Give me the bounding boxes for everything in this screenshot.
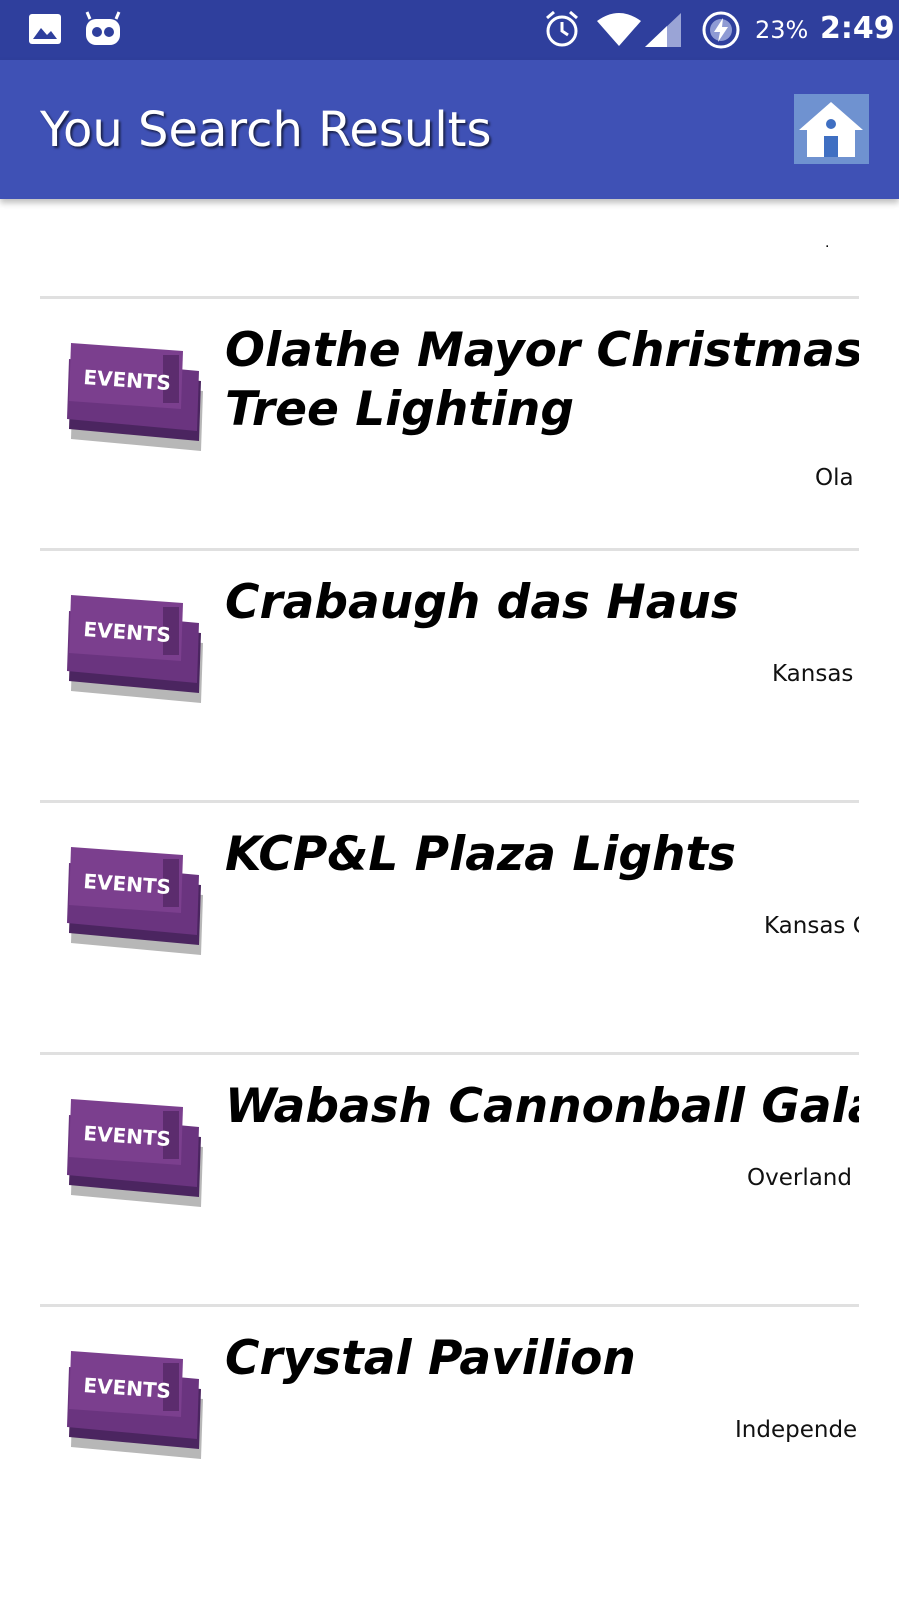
events-ticket-icon: EVENTS (65, 1095, 210, 1207)
screen: 23% 2:49 You Search Results . EVENTS Ola… (0, 0, 899, 1599)
item-location: Kansas C (764, 913, 859, 939)
events-ticket-icon: EVENTS (65, 1347, 210, 1459)
results-list: . EVENTS Olathe Mayor Christmas Tree Lig… (0, 199, 899, 1599)
events-ticket-icon: EVENTS (65, 843, 210, 955)
image-icon (28, 13, 62, 50)
list-item[interactable]: EVENTS Wabash Cannonball Gala Overland P (40, 1052, 859, 1304)
item-title: Crystal Pavilion (225, 1331, 636, 1386)
item-title: Crabaugh das Haus (225, 575, 739, 630)
item-location: Overland P (747, 1165, 859, 1191)
item-location: Independen (735, 1417, 859, 1443)
list-item[interactable]: EVENTS Olathe Mayor Christmas Tree Light… (40, 296, 859, 548)
home-button[interactable] (794, 94, 869, 164)
page-title: You Search Results (40, 102, 492, 158)
clock-time: 2:49 (820, 11, 895, 46)
list-item[interactable]: EVENTS Crystal Pavilion Independen (40, 1304, 859, 1556)
events-ticket-icon: EVENTS (65, 591, 210, 703)
item-location: Ola (815, 465, 854, 491)
charging-icon (701, 10, 741, 55)
alarm-icon (543, 10, 581, 53)
battery-percent: 23% (755, 16, 809, 44)
item-title: Wabash Cannonball Gala (225, 1079, 859, 1134)
status-bar: 23% 2:49 (0, 0, 899, 60)
list-item[interactable]: EVENTS KCP&L Plaza Lights Kansas C (40, 800, 859, 1052)
list-item[interactable]: EVENTS Crabaugh das Haus Kansas (40, 548, 859, 800)
robot-icon (84, 11, 122, 52)
home-icon (794, 94, 869, 168)
app-bar: You Search Results (0, 60, 899, 199)
wifi-icon (596, 13, 642, 52)
item-title: KCP&L Plaza Lights (225, 827, 736, 882)
signal-icon (645, 13, 681, 52)
list-top-fragment: . (825, 234, 830, 251)
item-location: Kansas (772, 661, 854, 687)
events-ticket-icon: EVENTS (65, 339, 210, 451)
item-title: Olathe Mayor Christmas Tree Lighting (225, 323, 859, 437)
